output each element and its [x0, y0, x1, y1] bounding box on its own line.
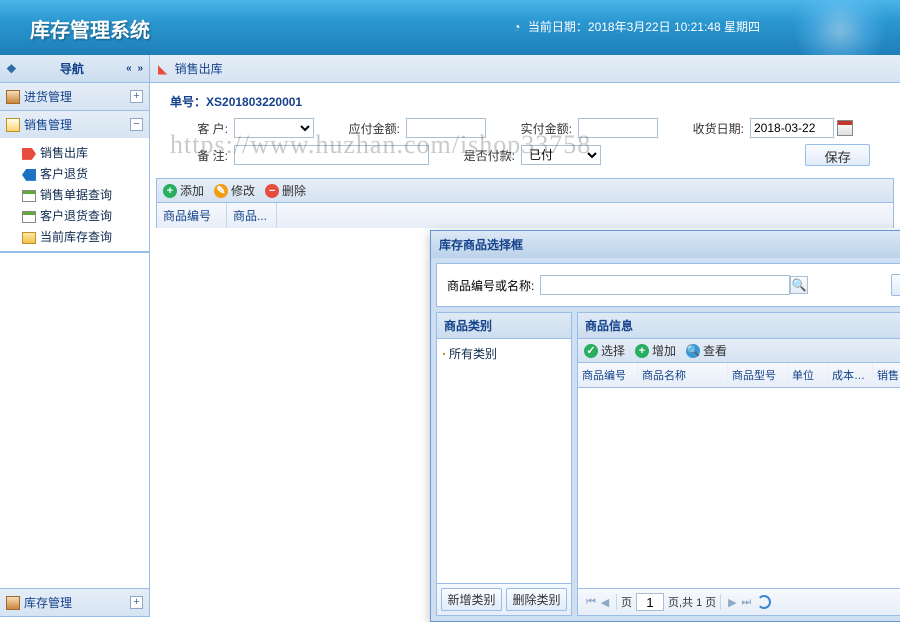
- col-code[interactable]: 商品编号: [578, 363, 638, 387]
- tree-item-return-query[interactable]: 客户退货查询: [0, 205, 149, 226]
- delete-button[interactable]: −删除: [265, 182, 306, 199]
- minus-circle-icon: −: [265, 184, 279, 198]
- box-icon: [6, 596, 20, 610]
- add-category-button[interactable]: 新增类别: [441, 588, 502, 611]
- product-info-title: 商品信息: [578, 313, 900, 339]
- collapse-left-icon[interactable]: «: [126, 63, 132, 74]
- box-icon: [6, 90, 20, 104]
- view-button[interactable]: 🔍查看: [686, 342, 727, 359]
- category-panel: 商品类别 所有类别 新增类别 删除类别: [436, 312, 572, 616]
- receipt-date-input[interactable]: [750, 118, 834, 138]
- plus-circle-icon: +: [635, 344, 649, 358]
- doc-icon: [22, 190, 36, 202]
- search-label: 商品编号或名称:: [447, 277, 534, 294]
- first-page-icon[interactable]: ⏮: [584, 596, 598, 609]
- last-page-icon[interactable]: ⏭: [739, 596, 753, 609]
- minus-icon[interactable]: −: [130, 118, 143, 131]
- tree-item-sales-out[interactable]: 销售出库: [0, 142, 149, 163]
- sidebar-section-inventory[interactable]: 库存管理 +: [0, 589, 149, 616]
- customer-label: 客 户:: [170, 120, 228, 137]
- folder-icon: [22, 232, 36, 244]
- compass-icon: ❖: [6, 62, 17, 76]
- pay-method-label: 是否付款:: [457, 147, 515, 164]
- page-input[interactable]: [636, 593, 664, 611]
- check-circle-icon: ✓: [584, 344, 598, 358]
- category-root[interactable]: 所有类别: [443, 345, 565, 362]
- return-icon: [22, 169, 36, 181]
- col-name[interactable]: 商品名称: [638, 363, 728, 387]
- pencil-icon: ✎: [214, 184, 228, 198]
- breadcrumb: ◣ 销售出库: [150, 55, 900, 83]
- out-icon: [22, 148, 36, 160]
- plus-icon[interactable]: +: [130, 596, 143, 609]
- app-title: 库存管理系统: [0, 0, 900, 43]
- search-icon[interactable]: 🔍: [790, 276, 808, 294]
- doc-icon: [22, 211, 36, 223]
- header-date: 当前日期：2018年3月22日 10:21:48 星期四: [513, 18, 760, 35]
- pager: ⏮ ◀ 页 页,共 1 页 ▶ ⏭ 没有数据: [578, 588, 900, 615]
- col-model[interactable]: 商品型号: [728, 363, 788, 387]
- tree-item-customer-return[interactable]: 客户退货: [0, 163, 149, 184]
- category-panel-title: 商品类别: [437, 313, 571, 339]
- col-unit[interactable]: 单位: [788, 363, 828, 387]
- tree-item-sales-query[interactable]: 销售单据查询: [0, 184, 149, 205]
- plus-icon[interactable]: +: [130, 90, 143, 103]
- refresh-icon[interactable]: [757, 595, 771, 609]
- search-icon: 🔍: [686, 344, 700, 358]
- sidebar: ❖ 导航 « » 进货管理 + 销售管理 − 销售出库 客户退货: [0, 55, 150, 617]
- dialog-titlebar[interactable]: 库存商品选择框 ✕: [431, 231, 900, 258]
- edit-button[interactable]: ✎修改: [214, 182, 255, 199]
- remark-label: 备 注:: [170, 147, 228, 164]
- order-number: 单号：XS201803220001: [170, 93, 880, 110]
- grid-toolbar: +添加 ✎修改 −删除: [156, 178, 894, 203]
- col-sale[interactable]: 销售…: [873, 363, 900, 387]
- product-select-dialog: 库存商品选择框 ✕ 商品编号或名称: 🔍 关闭 商品类别: [430, 230, 900, 622]
- content-area: ◣ 销售出库 单号：XS201803220001 客 户: 应付金额: 实付金额…: [150, 55, 900, 617]
- add-button[interactable]: +添加: [163, 182, 204, 199]
- amount-due-input[interactable]: [406, 118, 486, 138]
- globe-decor: [780, 0, 900, 55]
- plus-circle-icon: +: [163, 184, 177, 198]
- amount-paid-label: 实付金额:: [514, 120, 572, 137]
- sidebar-section-purchase[interactable]: 进货管理 +: [0, 83, 149, 110]
- product-info-panel: 商品信息 ✓选择 +增加 🔍查看 商品编号 商品名称 商品型号 单位 成本…: [577, 312, 900, 616]
- col-cost[interactable]: 成本…: [828, 363, 873, 387]
- delete-category-button[interactable]: 删除类别: [506, 588, 567, 611]
- prev-page-icon[interactable]: ◀: [598, 596, 612, 609]
- amount-due-label: 应付金额:: [342, 120, 400, 137]
- sidebar-section-sales[interactable]: 销售管理 −: [0, 111, 149, 138]
- grid-col-name[interactable]: 商品...: [227, 203, 277, 228]
- receipt-date-label: 收货日期:: [686, 120, 744, 137]
- next-page-icon[interactable]: ▶: [725, 596, 739, 609]
- amount-paid-input[interactable]: [578, 118, 658, 138]
- grid-col-code[interactable]: 商品编号: [157, 203, 227, 228]
- tree-item-stock-query[interactable]: 当前库存查询: [0, 226, 149, 247]
- select-button[interactable]: ✓选择: [584, 342, 625, 359]
- add-product-button[interactable]: +增加: [635, 342, 676, 359]
- close-button[interactable]: 关闭: [891, 274, 900, 296]
- product-grid-body: [578, 388, 900, 588]
- app-header: 库存管理系统 当前日期：2018年3月22日 10:21:48 星期四: [0, 0, 900, 55]
- calendar-icon[interactable]: [837, 120, 853, 136]
- customer-select[interactable]: [234, 118, 314, 138]
- remark-input[interactable]: [234, 145, 429, 165]
- product-search-input[interactable]: [540, 275, 790, 295]
- nav-header: ❖ 导航 « »: [0, 55, 149, 83]
- pay-method-select[interactable]: 已付: [521, 145, 601, 165]
- folder-icon: [443, 353, 445, 355]
- out-icon: ◣: [158, 62, 167, 76]
- box-icon: [6, 118, 20, 132]
- expand-right-icon[interactable]: »: [137, 63, 143, 74]
- save-button[interactable]: 保存: [805, 144, 870, 166]
